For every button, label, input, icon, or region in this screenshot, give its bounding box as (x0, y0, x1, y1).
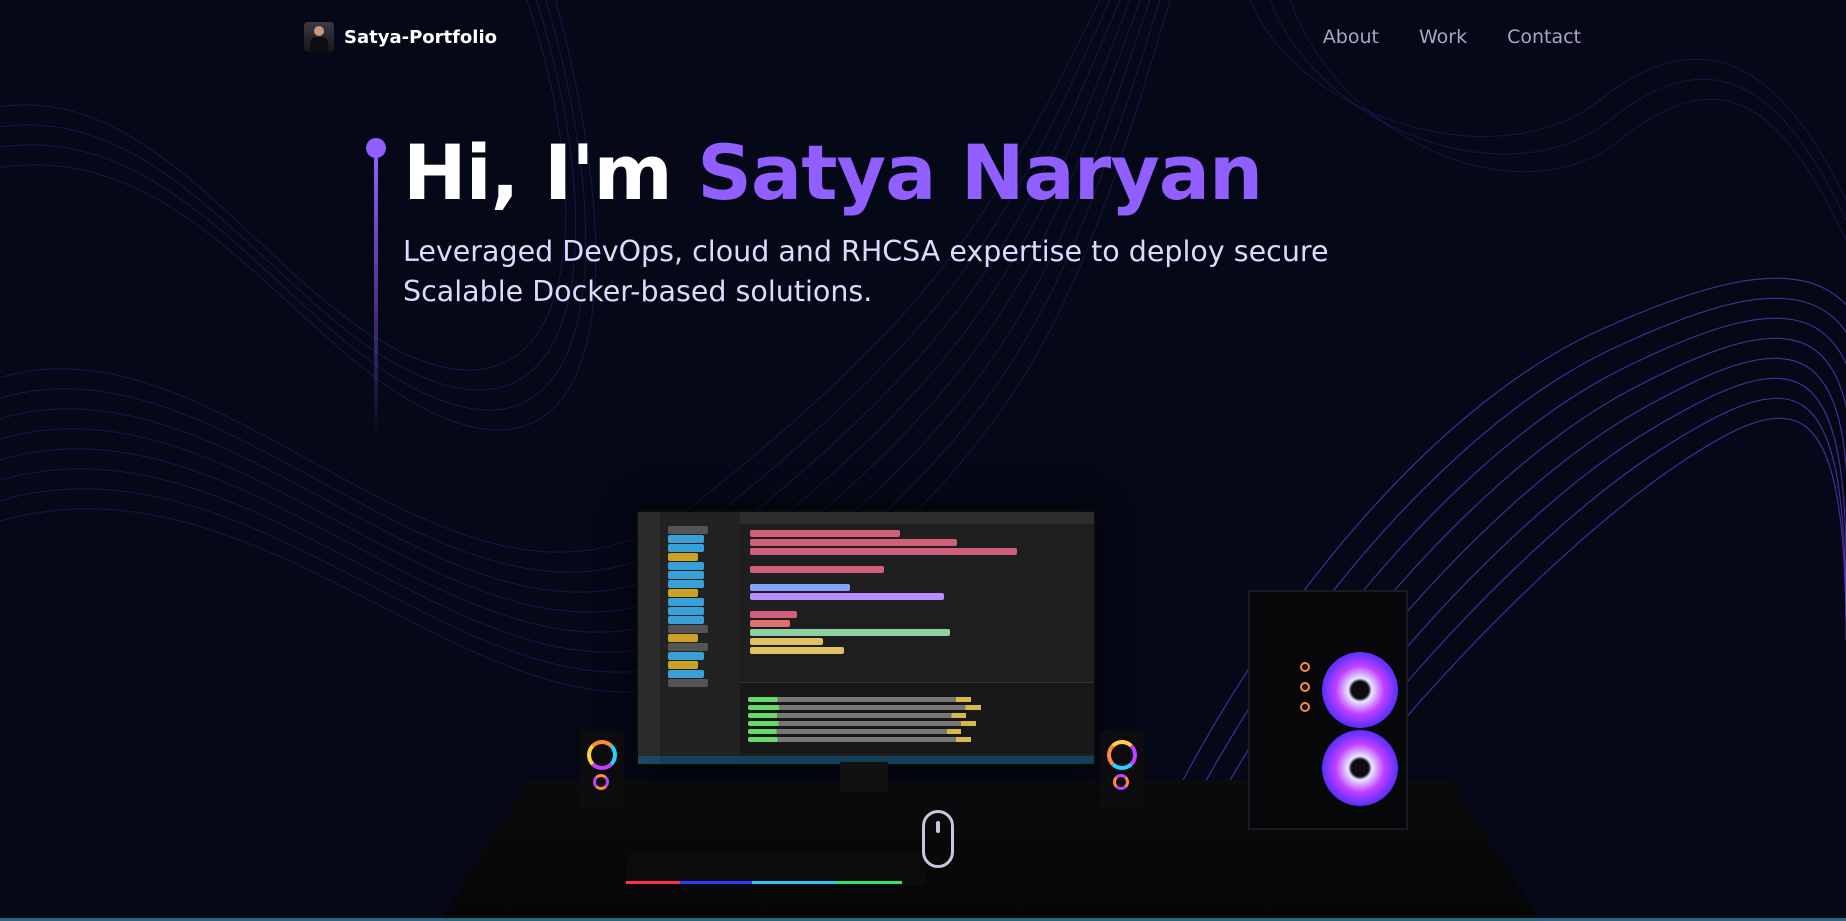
case-fan (1322, 652, 1398, 728)
editor-tabs (740, 512, 1094, 524)
keyboard (626, 850, 926, 886)
right-speaker (1100, 730, 1144, 810)
hero-greeting: Hi, I'm (403, 128, 698, 217)
hero-accent-line (374, 158, 378, 438)
editor-terminal (740, 682, 1094, 754)
editor-explorer (660, 512, 740, 764)
brand-name: Satya-Portfolio (344, 26, 498, 48)
hero-subtitle-line2: Scalable Docker-based solutions. (403, 275, 873, 308)
top-navbar: Satya-Portfolio About Work Contact (0, 0, 1846, 76)
editor-activity-bar (638, 512, 660, 764)
hero-subtitle: Leveraged DevOps, cloud and RHCSA expert… (403, 232, 1403, 312)
nav-links: About Work Contact (1323, 26, 1581, 48)
monitor-screen (636, 510, 1096, 766)
nav-link-about[interactable]: About (1323, 26, 1379, 48)
avatar (304, 22, 334, 52)
brand-logo-link[interactable]: Satya-Portfolio (304, 22, 497, 52)
editor-code (740, 526, 1094, 676)
3d-computer-canvas[interactable] (440, 480, 1540, 921)
nav-link-work[interactable]: Work (1419, 26, 1467, 48)
monitor-stand (840, 762, 888, 792)
left-speaker (580, 730, 624, 810)
scroll-mouse-icon[interactable] (922, 810, 954, 868)
hero-accent-bar (366, 138, 388, 438)
hero-name: Satya Naryan (697, 128, 1263, 217)
nav-link-contact[interactable]: Contact (1507, 26, 1581, 48)
hero-subtitle-line1: Leveraged DevOps, cloud and RHCSA expert… (403, 235, 1329, 268)
case-fan (1322, 730, 1398, 806)
pc-case (1248, 590, 1408, 830)
hero-title: Hi, I'm Satya Naryan (403, 128, 1263, 217)
hero-accent-dot (366, 138, 386, 158)
